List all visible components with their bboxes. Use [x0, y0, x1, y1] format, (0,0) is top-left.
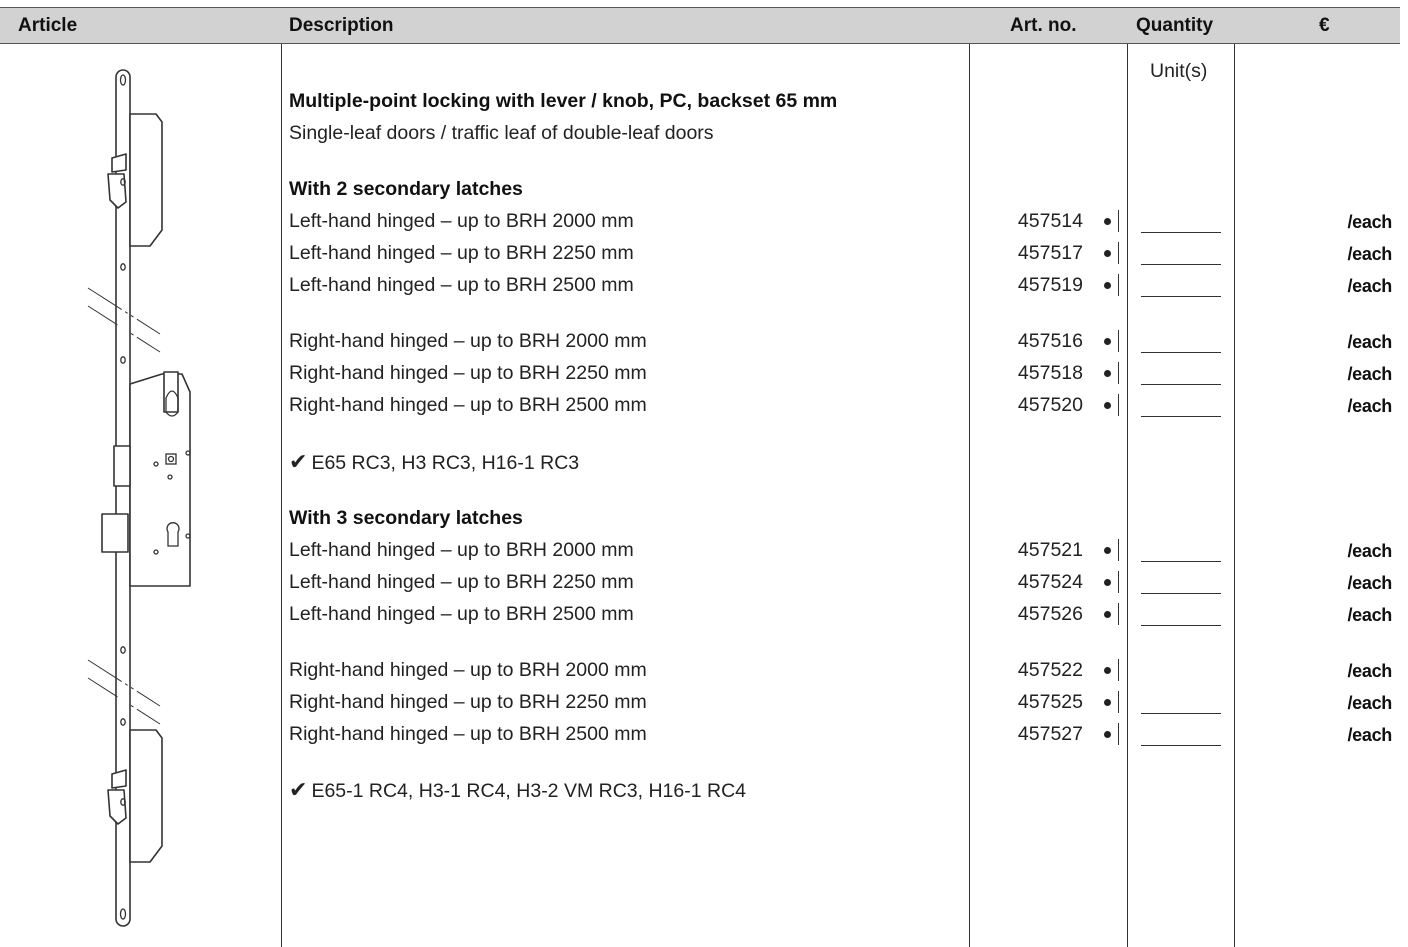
row-description: Left-hand hinged – up to BRH 2500 mm: [289, 603, 634, 625]
row-art-no: 457527: [1017, 723, 1083, 745]
header-article: Article: [18, 15, 78, 36]
row-price: /each: [1347, 364, 1392, 384]
row-art-no: 457520: [1017, 394, 1083, 416]
row-description: Right-hand hinged – up to BRH 2000 mm: [289, 330, 647, 352]
bullet-dot-icon: [1104, 667, 1111, 674]
header-art-no: Art. no.: [1010, 15, 1077, 36]
row-price: /each: [1347, 693, 1392, 713]
product-subtitle: Single-leaf doors / traffic leaf of doub…: [289, 122, 714, 144]
quantity-tick: [1118, 330, 1119, 352]
row-description: Left-hand hinged – up to BRH 2000 mm: [289, 210, 634, 232]
quantity-input-line[interactable]: [1141, 593, 1221, 594]
compatibility-text: E65-1 RC4, H3-1 RC4, H3-2 VM RC3, H16-1 …: [311, 780, 746, 802]
compatibility-note: ✔ E65 RC3, H3 RC3, H16-1 RC3: [289, 449, 580, 475]
quantity-input-line[interactable]: [1141, 352, 1221, 353]
row-art-no: 457526: [1017, 603, 1083, 625]
row-description: Right-hand hinged – up to BRH 2500 mm: [289, 723, 647, 745]
product-title: Multiple-point locking with lever / knob…: [289, 90, 838, 112]
group-heading: With 2 secondary latches: [289, 178, 523, 200]
row-art-no: 457524: [1017, 571, 1083, 593]
bullet-dot-icon: [1104, 338, 1111, 345]
compatibility-text: E65 RC3, H3 RC3, H16-1 RC3: [311, 452, 580, 474]
quantity-tick: [1118, 603, 1119, 625]
row-price: /each: [1347, 573, 1392, 593]
row-price: /each: [1347, 541, 1392, 561]
bullet-dot-icon: [1104, 611, 1111, 618]
quantity-tick: [1118, 274, 1119, 296]
compatibility-note: ✔ E65-1 RC4, H3-1 RC4, H3-2 VM RC3, H16-1…: [289, 777, 746, 803]
quantity-tick: [1118, 571, 1119, 593]
quantity-tick: [1118, 691, 1119, 713]
row-art-no: 457516: [1017, 330, 1083, 352]
bullet-dot-icon: [1104, 579, 1111, 586]
quantity-tick: [1118, 659, 1119, 681]
bullet-dot-icon: [1104, 731, 1111, 738]
table-header: Article Description Art. no. Quantity €: [0, 7, 1400, 44]
quantity-tick: [1118, 210, 1119, 232]
row-art-no: 457522: [1017, 659, 1083, 681]
column-divider: [1234, 44, 1235, 947]
quantity-input-line[interactable]: [1141, 296, 1221, 297]
header-description: Description: [289, 15, 394, 36]
quantity-input-line[interactable]: [1141, 561, 1221, 562]
bullet-dot-icon: [1104, 370, 1111, 377]
row-description: Left-hand hinged – up to BRH 2250 mm: [289, 242, 634, 264]
column-divider: [1127, 44, 1128, 947]
row-price: /each: [1347, 332, 1392, 352]
quantity-tick: [1118, 539, 1119, 561]
row-price: /each: [1347, 725, 1392, 745]
row-description: Right-hand hinged – up to BRH 2250 mm: [289, 362, 647, 384]
row-art-no: 457514: [1017, 210, 1083, 232]
row-price: /each: [1347, 661, 1392, 681]
quantity-input-line[interactable]: [1141, 416, 1221, 417]
row-price: /each: [1347, 396, 1392, 416]
quantity-tick: [1118, 723, 1119, 745]
bullet-dot-icon: [1104, 547, 1111, 554]
quantity-tick: [1118, 362, 1119, 384]
column-divider: [281, 44, 282, 947]
quantity-input-line[interactable]: [1141, 713, 1221, 714]
row-description: Left-hand hinged – up to BRH 2250 mm: [289, 571, 634, 593]
unit-label: Unit(s): [1150, 60, 1208, 82]
quantity-input-line[interactable]: [1141, 232, 1221, 233]
bullet-dot-icon: [1104, 699, 1111, 706]
bullet-dot-icon: [1104, 250, 1111, 257]
row-price: /each: [1347, 244, 1392, 264]
row-price: /each: [1347, 212, 1392, 232]
check-mark-icon: ✔: [289, 449, 308, 474]
row-art-no: 457517: [1017, 242, 1083, 264]
check-mark-icon: ✔: [289, 777, 308, 802]
multipoint-lock-drawing-icon: [87, 69, 191, 927]
row-art-no: 457525: [1017, 691, 1083, 713]
quantity-input-line[interactable]: [1141, 625, 1221, 626]
row-price: /each: [1347, 605, 1392, 625]
bullet-dot-icon: [1104, 402, 1111, 409]
header-price: €: [1319, 15, 1330, 36]
row-description: Right-hand hinged – up to BRH 2000 mm: [289, 659, 647, 681]
quantity-input-line[interactable]: [1141, 264, 1221, 265]
quantity-input-line[interactable]: [1141, 745, 1221, 746]
row-description: Left-hand hinged – up to BRH 2000 mm: [289, 539, 634, 561]
quantity-tick: [1118, 242, 1119, 264]
header-quantity: Quantity: [1136, 15, 1214, 36]
row-description: Right-hand hinged – up to BRH 2500 mm: [289, 394, 647, 416]
row-description: Left-hand hinged – up to BRH 2500 mm: [289, 274, 634, 296]
quantity-tick: [1118, 394, 1119, 416]
quantity-input-line[interactable]: [1141, 384, 1221, 385]
group-heading: With 3 secondary latches: [289, 507, 523, 529]
row-price: /each: [1347, 276, 1392, 296]
bullet-dot-icon: [1104, 282, 1111, 289]
row-art-no: 457521: [1017, 539, 1083, 561]
column-divider: [969, 44, 970, 947]
bullet-dot-icon: [1104, 218, 1111, 225]
row-description: Right-hand hinged – up to BRH 2250 mm: [289, 691, 647, 713]
row-art-no: 457518: [1017, 362, 1083, 384]
row-art-no: 457519: [1017, 274, 1083, 296]
